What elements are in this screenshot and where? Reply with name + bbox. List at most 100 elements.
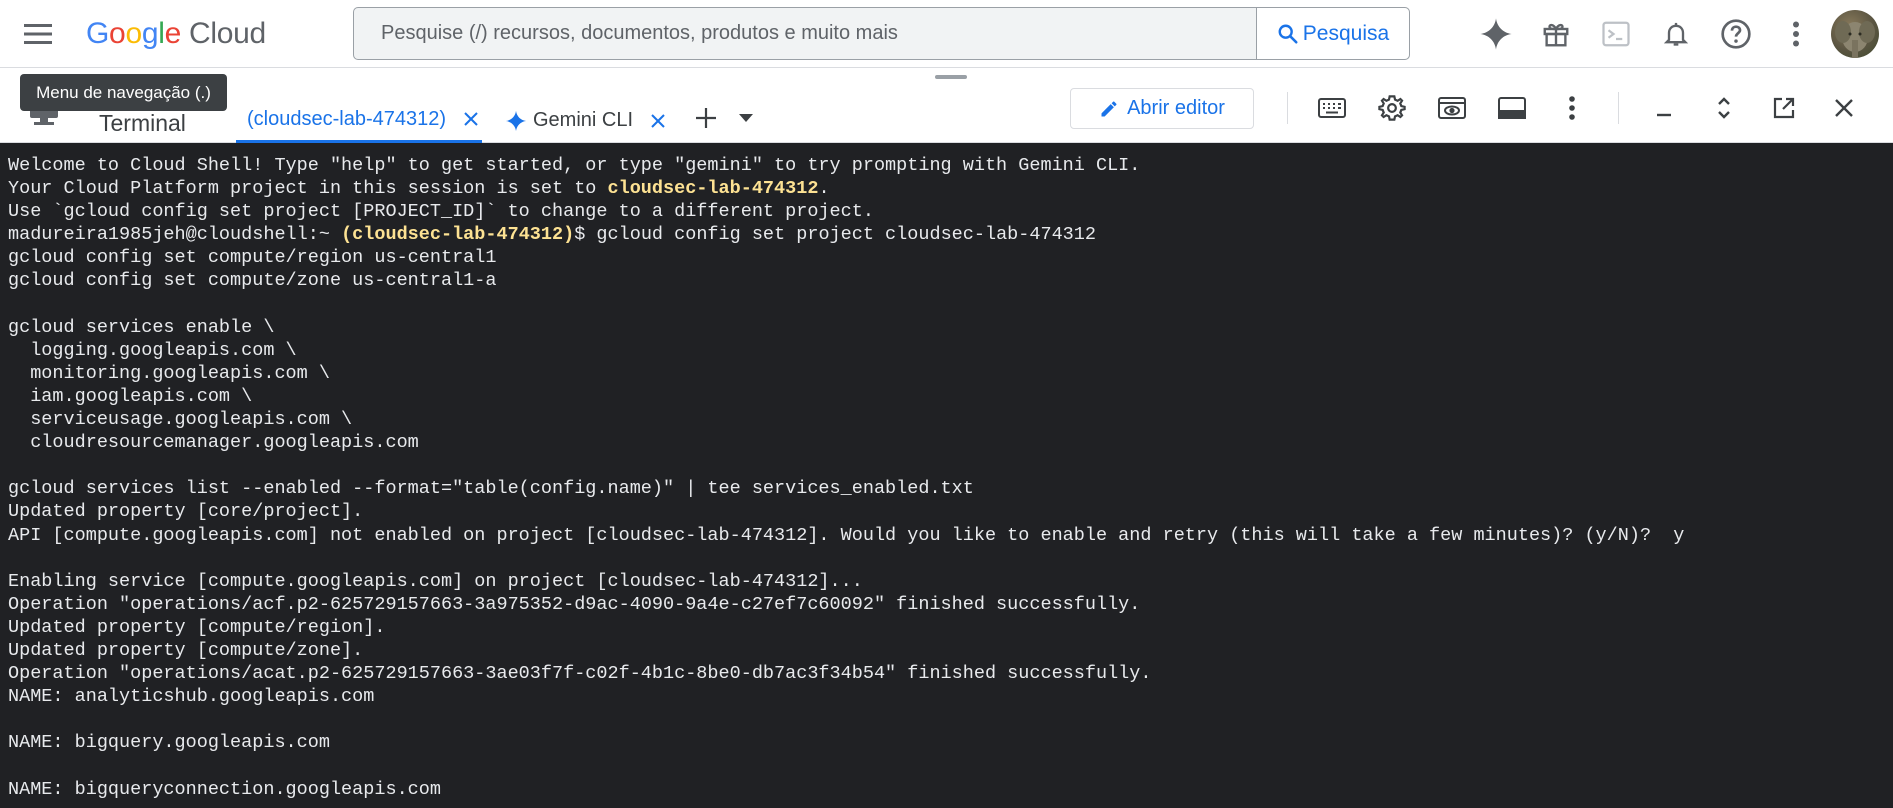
terminal-text: gcloud services list --enabled --format=… (8, 478, 974, 500)
edit-pencil-icon (1101, 101, 1117, 116)
terminal-text: gcloud config set compute/zone us-centra… (8, 270, 497, 292)
terminal-text: API [compute.googleapis.com] not enabled… (8, 524, 1685, 546)
gift-icon[interactable] (1534, 12, 1578, 56)
terminal-text: cloudresourcemanager.googleapis.com (8, 432, 419, 454)
terminal-line: Operation "operations/acat.p2-6257291576… (8, 662, 1893, 685)
tab-gemini-cli[interactable]: Gemini CLI (505, 98, 669, 143)
close-icon[interactable] (460, 108, 482, 130)
search-bar: Pesquisa (353, 7, 1410, 60)
search-button-label: Pesquisa (1302, 21, 1390, 45)
terminal-text: Operation "operations/acf.p2-62572915766… (8, 593, 1141, 615)
terminal-line: gcloud config set compute/region us-cent… (8, 246, 1893, 269)
terminal-project-highlight: (cloudsec-lab-474312) (341, 224, 575, 246)
terminal-text: NAME: bigqueryconnection.googleapis.com (8, 778, 441, 800)
terminal-line: API [compute.googleapis.com] not enabled… (8, 524, 1893, 547)
open-editor-label: Abrir editor (1127, 97, 1225, 119)
terminal-line: Enabling service [compute.googleapis.com… (8, 570, 1893, 593)
terminal-text: NAME: bigquery.googleapis.com (8, 732, 330, 754)
gemini-icon[interactable] (1474, 12, 1518, 56)
terminal-output[interactable]: Welcome to Cloud Shell! Type "help" to g… (0, 143, 1893, 808)
terminal-text: Enabling service [compute.googleapis.com… (8, 570, 863, 592)
terminal-text: . (818, 178, 830, 200)
cloud-shell-icon[interactable] (1594, 12, 1638, 56)
logo-letter: G (86, 17, 110, 50)
terminal-line: serviceusage.googleapis.com \ (8, 408, 1893, 431)
terminal-line: Updated property [compute/region]. (8, 616, 1893, 639)
search-icon (1278, 24, 1298, 44)
terminal-text: Your Cloud Platform project in this sess… (8, 178, 608, 200)
tab-label: (cloudsec-lab-474312) (247, 107, 447, 130)
search-input[interactable] (354, 8, 1256, 59)
minimize-icon[interactable] (1642, 86, 1686, 130)
close-icon[interactable] (1822, 86, 1866, 130)
more-vert-icon[interactable] (1550, 86, 1594, 130)
terminal-line: NAME: bigquery.googleapis.com (8, 731, 1893, 754)
terminal-text: madureira1985jeh@cloudshell:~ (8, 224, 342, 246)
terminal-text: NAME: analyticshub.googleapis.com (8, 686, 375, 708)
google-cloud-logo[interactable]: Google Cloud (86, 12, 266, 56)
toolbar-divider (1287, 92, 1288, 124)
terminal-line: gcloud config set compute/zone us-centra… (8, 269, 1893, 292)
close-icon[interactable] (647, 110, 669, 132)
logo-letter: o (125, 17, 142, 50)
terminal-text: gcloud services enable \ (8, 316, 275, 338)
logo-letter: g (141, 17, 159, 50)
web-preview-icon[interactable] (1430, 86, 1474, 130)
terminal-line: Operation "operations/acf.p2-62572915766… (8, 593, 1893, 616)
resize-handle[interactable] (935, 75, 967, 79)
terminal-line: NAME: bigqueryconnection.googleapis.com (8, 778, 1893, 801)
logo-letter: e (164, 17, 182, 50)
terminal-line: gcloud services list --enabled --format=… (8, 477, 1893, 500)
layout-icon[interactable] (1490, 86, 1534, 130)
terminal-line: NAME: analyticshub.googleapis.com (8, 685, 1893, 708)
expand-icon[interactable] (1702, 86, 1746, 130)
terminal-line: iam.googleapis.com \ (8, 385, 1893, 408)
top-bar: Google Cloud Pesquisa (0, 0, 1893, 68)
terminal-line: Updated property [core/project]. (8, 500, 1893, 523)
chevron-down-icon[interactable] (732, 98, 760, 138)
add-tab-icon[interactable] (688, 98, 724, 138)
terminal-text: logging.googleapis.com \ (8, 339, 297, 361)
account-avatar[interactable] (1831, 10, 1879, 58)
logo-cloud-text: Cloud (188, 17, 266, 50)
more-vert-icon[interactable] (1774, 12, 1818, 56)
terminal-text: Updated property [compute/region]. (8, 616, 386, 638)
keyboard-icon[interactable] (1310, 86, 1354, 130)
terminal-line: Welcome to Cloud Shell! Type "help" to g… (8, 154, 1893, 177)
open-new-window-icon[interactable] (1762, 86, 1806, 130)
open-editor-button[interactable]: Abrir editor (1070, 88, 1254, 129)
hamburger-menu-icon[interactable] (16, 12, 60, 56)
terminal-project-highlight: cloudsec-lab-474312 (607, 178, 819, 200)
terminal-line: Use `gcloud config set project [PROJECT_… (8, 200, 1893, 223)
terminal-text: Updated property [core/project]. (8, 501, 364, 523)
terminal-line: logging.googleapis.com \ (8, 339, 1893, 362)
terminal-line: cloudresourcemanager.googleapis.com (8, 431, 1893, 454)
help-icon[interactable] (1714, 12, 1758, 56)
gemini-icon (505, 110, 527, 131)
nav-menu-tooltip: Menu de navegação (.) (20, 74, 227, 111)
terminal-text: $ gcloud config set project cloudsec-lab… (574, 224, 1096, 246)
search-button[interactable]: Pesquisa (1256, 8, 1409, 59)
terminal-text: monitoring.googleapis.com \ (8, 362, 330, 384)
terminal-line: gcloud services enable \ (8, 316, 1893, 339)
terminal-text: gcloud config set compute/region us-cent… (8, 247, 497, 269)
terminal-title: Terminal (99, 110, 186, 136)
terminal-text: Use `gcloud config set project [PROJECT_… (8, 201, 874, 223)
tab-label: Gemini CLI (533, 109, 634, 131)
terminal-line: madureira1985jeh@cloudshell:~ (cloudsec-… (8, 223, 1893, 246)
toolbar-divider (1618, 92, 1619, 124)
notifications-icon[interactable] (1654, 12, 1698, 56)
terminal-text: serviceusage.googleapis.com \ (8, 409, 353, 431)
tab-cloudsec-lab[interactable]: (cloudsec-lab-474312) (236, 98, 482, 143)
terminal-text: iam.googleapis.com \ (8, 385, 253, 407)
settings-icon[interactable] (1370, 86, 1414, 130)
terminal-text: Operation "operations/acat.p2-6257291576… (8, 663, 1152, 685)
terminal-text: Updated property [compute/zone]. (8, 639, 364, 661)
terminal-line: monitoring.googleapis.com \ (8, 362, 1893, 385)
terminal-line: Your Cloud Platform project in this sess… (8, 177, 1893, 200)
